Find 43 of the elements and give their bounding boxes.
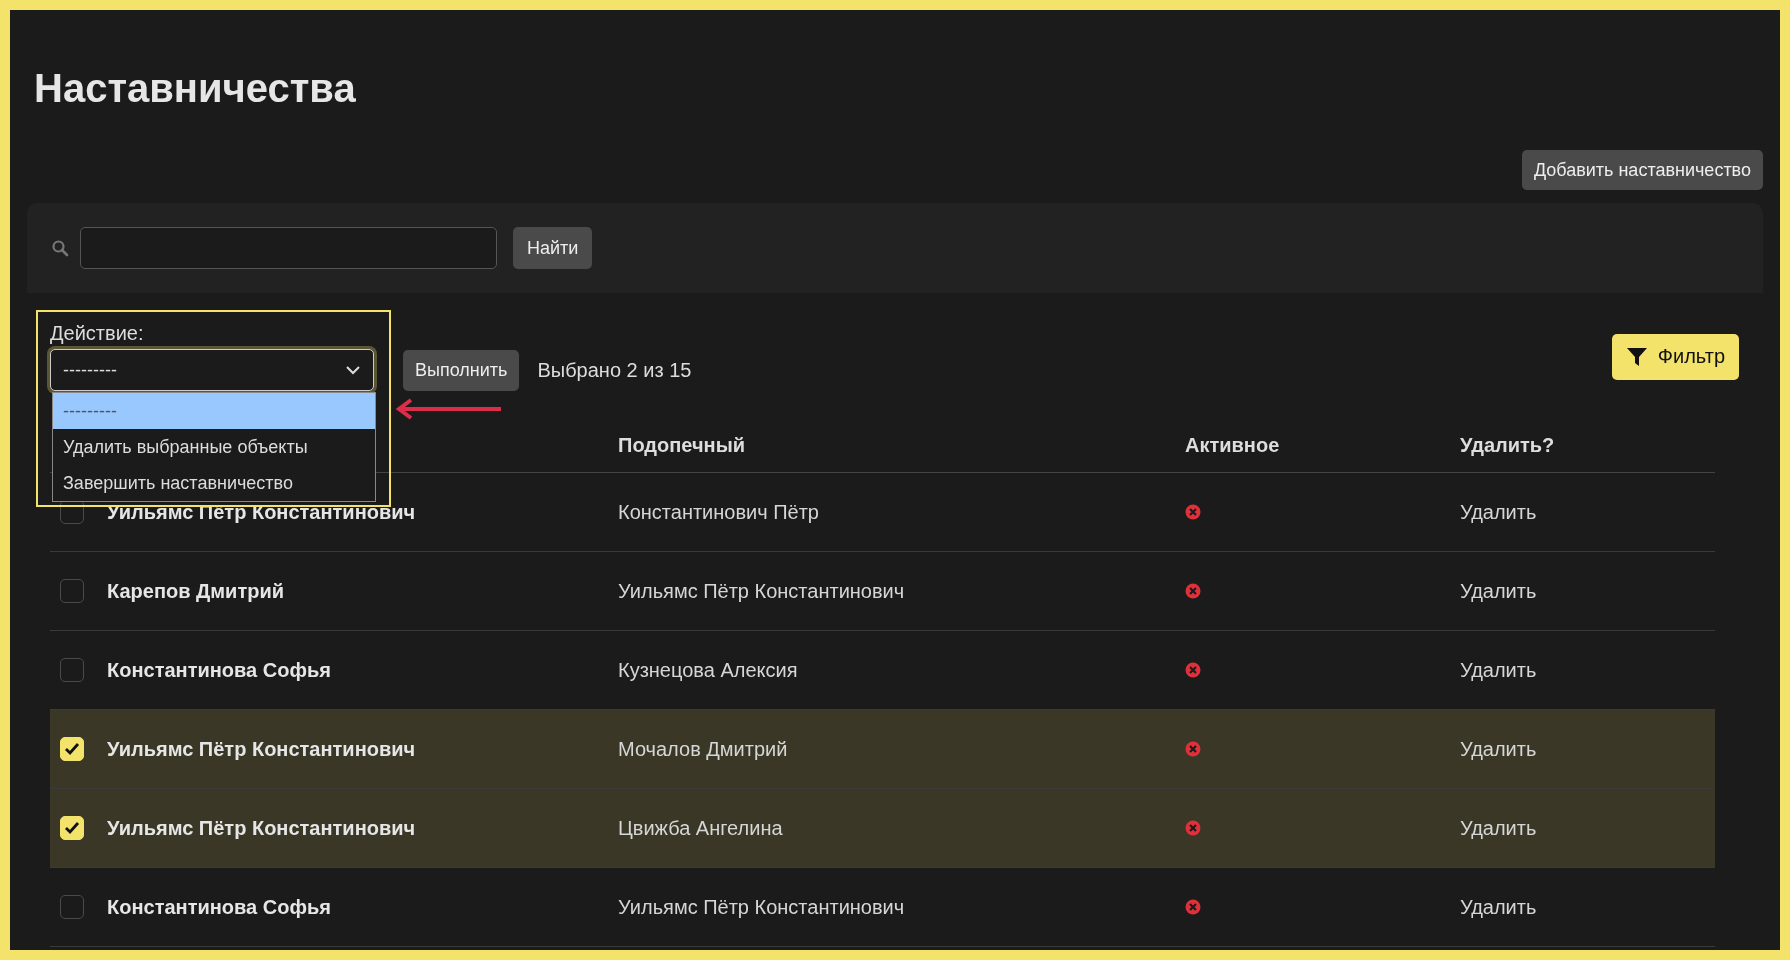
mentor-name: Константинова Софья (107, 895, 332, 919)
dropdown-option[interactable]: Удалить выбранные объекты (53, 429, 375, 465)
delete-link[interactable]: Удалить (1460, 895, 1715, 919)
column-header: Удалить? (1460, 433, 1556, 457)
mentee-name: Уильямс Пётр Константинович (618, 579, 906, 603)
action-label: Действие: (50, 322, 145, 344)
column-header: Подопечный (618, 433, 746, 457)
table-row[interactable]: Константинова Софья Уильямс Пётр Константинович Удалить (50, 868, 1715, 947)
mentee-name: Кузнецова Алексия (618, 658, 799, 682)
action-select[interactable]: --------- (50, 349, 374, 391)
run-button[interactable]: Выполнить (403, 350, 520, 391)
mentor-name: Уильямс Пётр Константинович (107, 816, 417, 840)
mentor-name: Уильямс Пётр Константинович (107, 737, 417, 761)
column-header: Активное (1185, 433, 1281, 457)
delete-link[interactable]: Удалить (1460, 658, 1715, 682)
row-checkbox[interactable] (60, 658, 84, 682)
delete-link[interactable]: Удалить (1460, 816, 1715, 840)
add-mentorship-button[interactable]: Добавить наставничество (1521, 150, 1763, 190)
funnel-icon (1625, 346, 1648, 367)
table-row[interactable]: Уильямс Пётр Константинович Цвижба Ангелина Удалить (50, 789, 1715, 868)
delete-link[interactable]: Удалить (1460, 500, 1715, 524)
filter-button[interactable]: Фильтр (1611, 333, 1739, 380)
dropdown-option[interactable]: --------- (53, 393, 375, 429)
delete-link[interactable]: Удалить (1460, 737, 1715, 761)
table-row[interactable]: Уильямс Пётр Константинович Мочалов Дмитрий Удалить (50, 710, 1715, 789)
selection-count: Выбрано 2 из 15 (537, 358, 692, 383)
find-button[interactable]: Найти (513, 227, 593, 269)
search-field[interactable] (80, 227, 497, 269)
mentee-name: Мочалов Дмитрий (618, 737, 789, 761)
mentee-name: Константинович Пётр (618, 500, 820, 524)
checkmark-icon (64, 742, 80, 756)
mentor-name: Карепов Дмитрий (107, 579, 285, 603)
page-title: Наставничества (33, 65, 357, 112)
table-row[interactable]: Карепов Дмитрий Уильямс Пётр Константинович Удалить (50, 552, 1715, 631)
mentee-name: Цвижба Ангелина (618, 816, 784, 840)
chevron-down-icon (345, 365, 361, 375)
mentee-name: Уильямс Пётр Константинович (618, 895, 906, 919)
row-checkbox[interactable] (60, 895, 84, 919)
search-icon (51, 239, 69, 257)
mentor-name: Константинова Софья (107, 658, 332, 682)
checkmark-icon (64, 821, 80, 835)
delete-link[interactable]: Удалить (1460, 579, 1715, 603)
row-checkbox[interactable] (60, 579, 84, 603)
